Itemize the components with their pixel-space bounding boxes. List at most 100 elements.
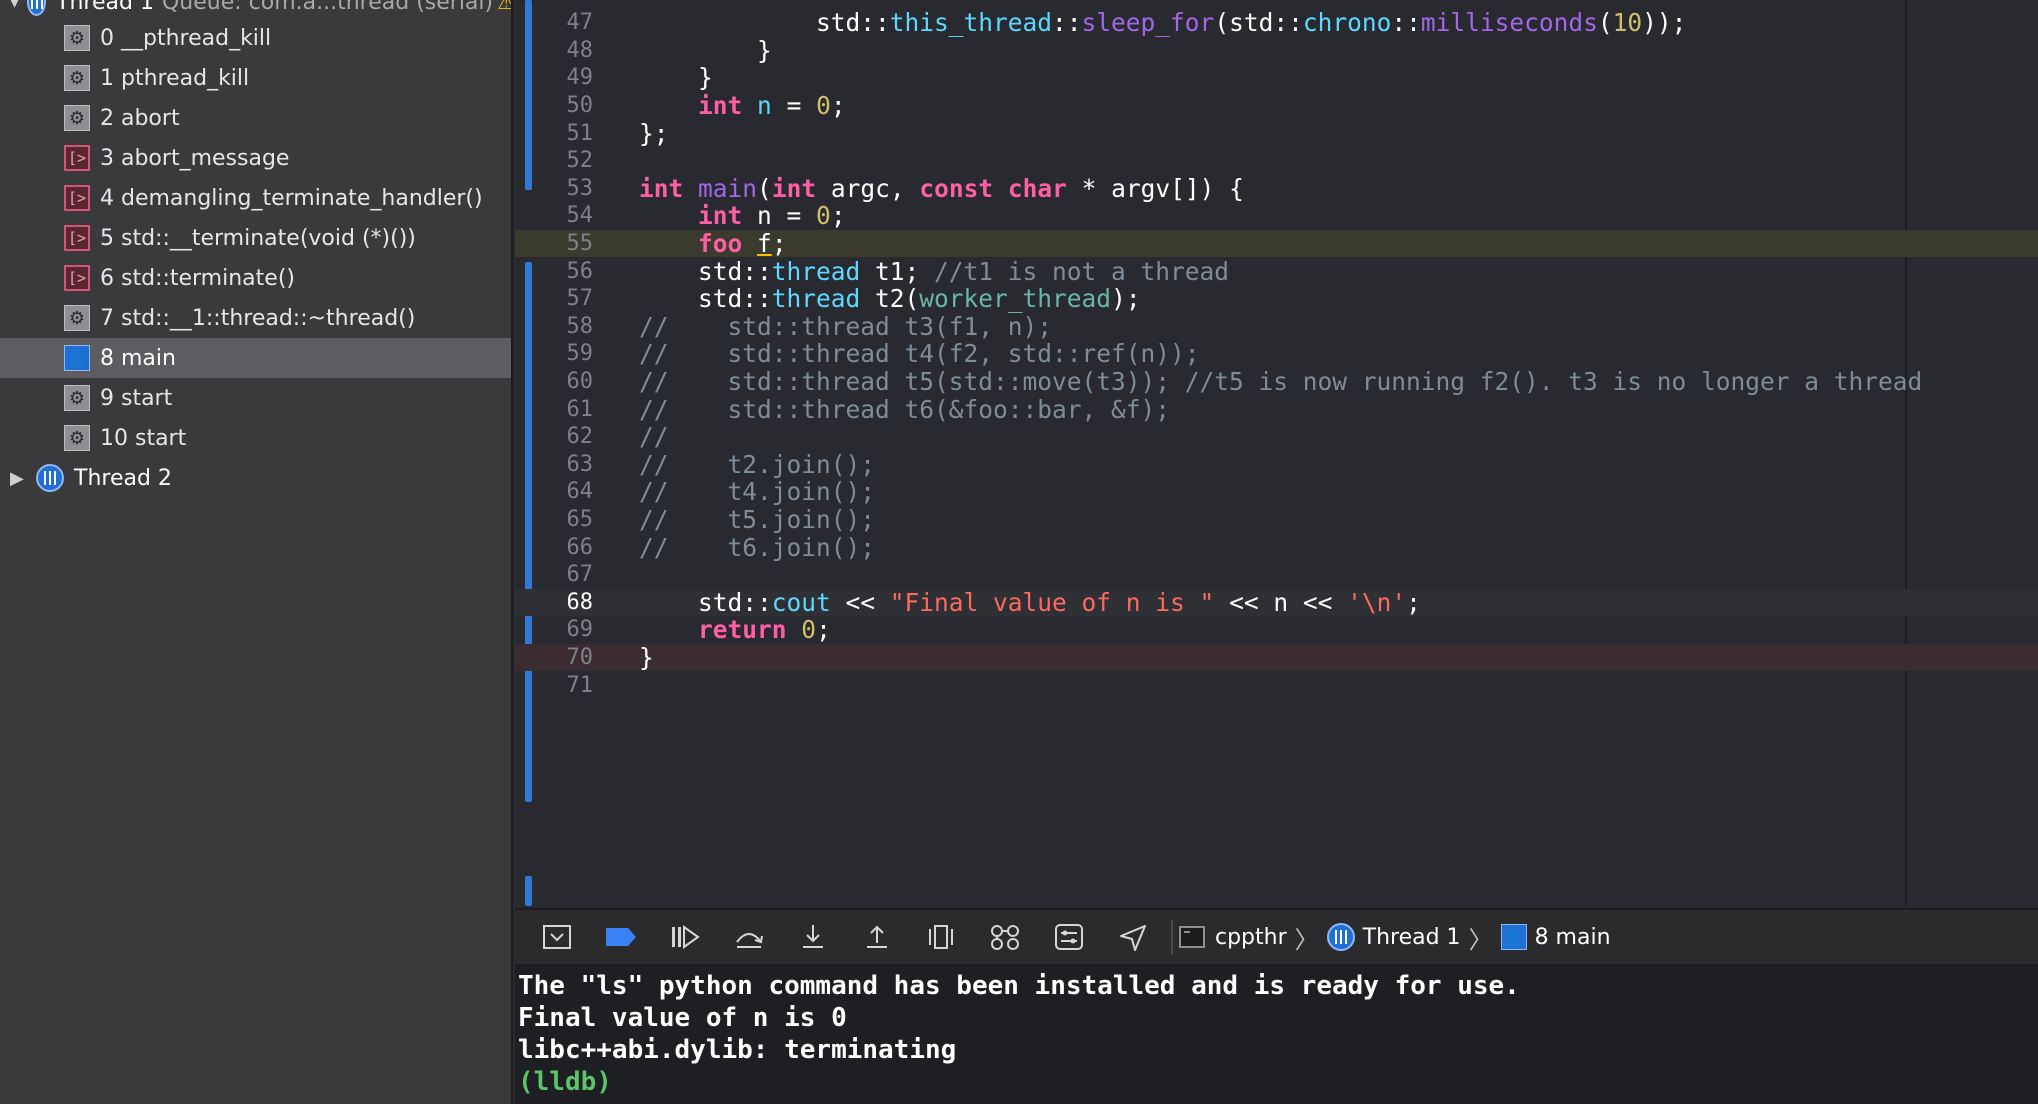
code-line[interactable]: 60 // std::thread t5(std::move(t3)); //t5… [515,367,2038,396]
stack-frame-row[interactable]: [> 5 std::__terminate(void (*)()) [0,218,511,258]
step-out-button[interactable] [845,913,909,961]
stack-frame-label: 3 abort_message [100,145,290,171]
code-line[interactable]: 55 foo f; [515,229,2038,258]
line-number[interactable]: 63 [515,452,594,477]
code-line[interactable]: 69 return 0; [515,615,2038,644]
code-line[interactable]: 52 [515,147,2038,175]
code-text: // std::thread t6(&foo::bar, &f); [639,394,1171,424]
line-number[interactable]: 68 [515,590,594,615]
code-line[interactable]: 63 // t2.join(); [515,450,2038,479]
line-number[interactable]: 58 [515,314,594,339]
gear-icon: ⚙ [64,65,90,91]
code-text: } [639,643,654,673]
disclosure-collapsed-icon[interactable]: ▶ [10,468,28,489]
code-text: std::thread t1; //t1 is not a thread [639,256,1230,286]
code-line[interactable]: 47 std::this_thread::sleep_for(std::chro… [515,8,2038,37]
code-text: int n = 0; [698,91,846,121]
code-line[interactable]: 48 } [515,36,2038,65]
breadcrumb-thread[interactable]: Thread 1 [1363,925,1461,950]
code-line[interactable]: 56 std::thread t1; //t1 is not a thread [515,256,2038,286]
debug-console[interactable]: The "ls" python command has been install… [515,966,2038,1104]
line-number[interactable]: 66 [515,535,594,560]
step-into-icon [803,925,823,948]
source-editor[interactable]: 47 std::this_thread::sleep_for(std::chro… [515,0,2038,906]
line-number[interactable]: 54 [515,203,594,228]
breadcrumb-frame[interactable]: 8 main [1535,925,1611,950]
line-number[interactable]: 56 [515,259,594,284]
line-number[interactable]: 60 [515,369,594,394]
environment-overrides-button[interactable] [1037,913,1101,961]
line-number[interactable]: 70 [515,645,594,670]
breadcrumb: cppthr 〉 Thread 1 〉 👤 8 main [1179,920,1611,955]
hide-debug-area-button[interactable] [525,913,589,961]
line-number[interactable]: 71 [515,673,594,698]
gear-icon: ⚙ [64,305,90,331]
code-line[interactable]: 67 [515,561,2038,589]
stack-frame-label: 10 start [100,425,187,451]
line-number[interactable]: 65 [515,507,594,532]
stack-frame-row[interactable]: ⚙ 1 pthread_kill [0,58,511,98]
line-number[interactable]: 61 [515,397,594,422]
stack-frame-row[interactable]: [> 6 std::terminate() [0,258,511,298]
line-number[interactable]: 64 [515,479,594,504]
stack-frame-row[interactable]: ⚙ 2 abort [0,98,511,138]
breakpoints-toggle-button[interactable] [589,913,653,961]
line-number[interactable]: 52 [515,148,594,173]
memory-graph-button[interactable] [973,913,1037,961]
line-number[interactable]: 50 [515,93,594,118]
code-line[interactable]: 71 [515,671,2038,699]
code-line[interactable]: 68 std::cout << "Final value of n is " <… [515,588,2038,617]
stack-frame-row[interactable]: ⚙ 0 __pthread_kill [0,18,511,58]
code-line[interactable]: 70} [515,643,2038,673]
line-number[interactable]: 48 [515,38,594,63]
breadcrumb-target[interactable]: cppthr [1215,925,1287,950]
line-number[interactable]: 59 [515,341,594,366]
line-number[interactable]: 55 [515,231,594,256]
console-line: libc++abi.dylib: terminating [518,1035,957,1065]
continue-button[interactable] [653,913,717,961]
line-number[interactable]: 62 [515,424,594,449]
stack-frame-row[interactable]: [> 4 demangling_terminate_handler() [0,178,511,218]
code-text: // t5.join(); [639,505,876,535]
simulate-location-button[interactable] [1101,913,1165,961]
stack-frame-row[interactable]: ⚙ 7 std::__1::thread::~thread() [0,298,511,338]
code-line[interactable]: 59 // std::thread t4(f2, std::ref(n)); [515,339,2038,368]
stack-frame-row[interactable]: 👤 8 main [0,338,511,378]
line-number[interactable]: 51 [515,121,594,146]
code-line[interactable]: 58 // std::thread t3(f1, n); [515,312,2038,341]
line-number[interactable]: 69 [515,617,594,642]
code-text: int main(int argc, const char * argv[]) … [639,173,1244,203]
stack-frame-row[interactable]: [> 3 abort_message [0,138,511,178]
line-number[interactable]: 67 [515,562,594,587]
view-hierarchy-button[interactable] [909,913,973,961]
step-into-button[interactable] [781,913,845,961]
thread-icon [36,464,64,492]
code-line[interactable]: 49 } [515,63,2038,92]
line-number[interactable]: 53 [515,176,594,201]
code-line[interactable]: 62 // [515,422,2038,451]
code-line[interactable]: 57 std::thread t2(worker_thread); [515,284,2038,313]
thread-2-row[interactable]: ▶ Thread 2 [0,458,511,498]
step-over-button[interactable] [717,913,781,961]
line-number[interactable]: 47 [515,10,594,35]
code-frame-icon: [> [64,265,90,291]
code-line[interactable]: 61 // std::thread t6(&foo::bar, &f); [515,394,2038,424]
gear-icon: ⚙ [64,105,90,131]
disclosure-expanded-icon[interactable]: ▾ [10,0,19,13]
line-number[interactable]: 57 [515,286,594,311]
thread-1-queue: Queue: com.a...thread (serial) [161,0,494,15]
line-number[interactable]: 49 [515,65,594,90]
code-line[interactable]: 50 int n = 0; [515,91,2038,121]
code-line[interactable]: 66 // t6.join(); [515,533,2038,562]
code-line[interactable]: 64 // t4.join(); [515,477,2038,507]
code-text: // t4.join(); [639,477,876,507]
stack-frame-row[interactable]: ⚙ 10 start [0,418,511,458]
code-line[interactable]: 51}; [515,119,2038,148]
lldb-prompt[interactable]: (lldb) [515,1066,2038,1098]
code-line[interactable]: 54 int n = 0; [515,201,2038,230]
stack-frame-label: 8 main [100,345,176,371]
debug-bar: cppthr 〉 Thread 1 〉 👤 8 main [515,908,2038,966]
code-line[interactable]: 53 int main(int argc, const char * argv[]… [515,173,2038,203]
stack-frame-row[interactable]: ⚙ 9 start [0,378,511,418]
code-line[interactable]: 65 // t5.join(); [515,505,2038,535]
